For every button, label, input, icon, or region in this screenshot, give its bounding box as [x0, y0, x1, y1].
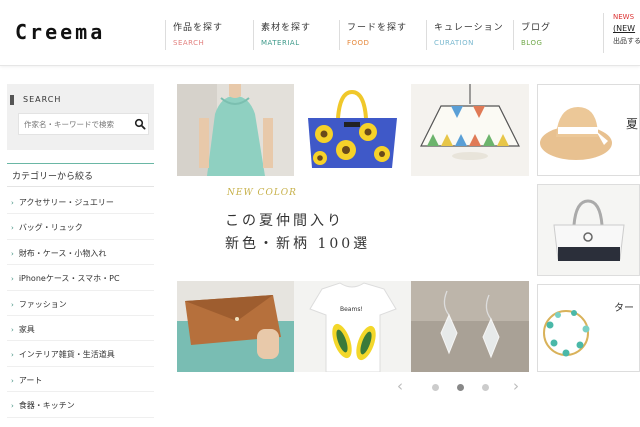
nav-food-label: フードを探す [347, 23, 408, 33]
carousel-next-button[interactable]: › [513, 377, 519, 395]
category-item[interactable]: › 食器・キッチン [7, 392, 154, 418]
category-label: アクセサリー・ジュエリー [18, 198, 114, 207]
side-card-earrings[interactable]: ター [537, 284, 640, 372]
cutoff-heading [185, 421, 295, 427]
search-title: SEARCH [10, 95, 61, 105]
category-label: 家具 [18, 324, 35, 334]
category-item[interactable]: › ファッション [7, 291, 154, 316]
nav-material-label: 素材を探す [261, 23, 312, 33]
carousel-dot[interactable] [482, 384, 489, 391]
chevron-right-icon: › [11, 325, 14, 334]
side-card-hat[interactable]: 夏 [537, 84, 640, 176]
nav-curation-label: キュレーション [434, 23, 504, 33]
category-label: アート [18, 375, 43, 385]
campaign-banner[interactable]: NEW COLOR この夏仲間入り 新色・新柄 100選 [177, 176, 529, 271]
side-card-caption: ター [614, 303, 634, 314]
campaign-headline: この夏仲間入り [225, 213, 344, 229]
creema-logo[interactable]: Creema [15, 20, 105, 44]
news-link[interactable]: (NEW [613, 24, 640, 33]
carousel-dot-active[interactable] [457, 384, 464, 391]
nav-search[interactable]: 作品を探す SEARCH [165, 20, 223, 50]
category-item[interactable]: › アクセサリー・ジュエリー [7, 189, 154, 215]
svg-text:Beams!: Beams! [340, 306, 363, 313]
category-label: バッグ・リュック [18, 223, 83, 233]
category-list: › アクセサリー・ジュエリー › バッグ・リュック › 財布・ケース・小物入れ › iP… [7, 189, 154, 418]
category-item[interactable]: › 財布・ケース・小物入れ [7, 240, 154, 266]
category-label: インテリア雑貨・生活道具 [18, 350, 115, 360]
chevron-right-icon: › [11, 351, 14, 360]
tile-crystal-earrings[interactable] [411, 281, 529, 372]
nav-blog-sublabel: BLOG [521, 39, 543, 47]
campaign-subheadline: 新色・新柄 100選 [225, 236, 371, 252]
side-card-caption: 夏 [626, 117, 639, 131]
campaign-tag: NEW COLOR [227, 188, 297, 198]
nav-material-sublabel: MATERIAL [261, 39, 300, 47]
carousel-controls: ‹ › [395, 377, 525, 396]
hero-banner[interactable]: NEW COLOR この夏仲間入り 新色・新柄 100選 Beams! [177, 84, 529, 372]
category-label: iPhoneケース・スマホ・PC [18, 274, 120, 284]
category-label: ファッション [18, 299, 67, 309]
nav-food-sublabel: FOOD [347, 39, 370, 47]
category-label: 財布・ケース・小物入れ [18, 248, 107, 258]
nav-food[interactable]: フードを探す FOOD [339, 20, 407, 50]
chevron-right-icon: › [11, 300, 14, 309]
nav-blog-label: ブログ [521, 23, 552, 33]
news-box: NEWS (NEW 出品する [603, 13, 640, 53]
category-item[interactable]: › 家具 [7, 316, 154, 342]
category-title: カテゴリーから絞る [7, 163, 154, 187]
search-icon[interactable] [134, 118, 146, 130]
chevron-right-icon: › [11, 199, 14, 207]
carousel-prev-button[interactable]: ‹ [397, 377, 403, 395]
chevron-right-icon: › [11, 275, 14, 284]
nav-blog[interactable]: ブログ BLOG [513, 20, 551, 50]
search-panel: SEARCH [7, 84, 154, 150]
category-item[interactable]: › アート [7, 367, 154, 393]
nav-curation-sublabel: CURATION [434, 39, 474, 47]
tile-kids-tshirt[interactable]: Beams! [294, 281, 411, 372]
nav-search-sublabel: SEARCH [173, 39, 205, 47]
chevron-right-icon: › [11, 249, 14, 258]
nav-material[interactable]: 素材を探す MATERIAL [253, 20, 311, 50]
news-label: NEWS [613, 13, 635, 21]
nav-curation[interactable]: キュレーション CURATION [426, 20, 504, 50]
category-label: 食器・キッチン [18, 401, 75, 411]
tile-stained-lamp[interactable] [411, 84, 529, 176]
tile-sunflower-bag[interactable] [294, 84, 411, 176]
carousel-dot[interactable] [432, 384, 439, 391]
search-input[interactable] [18, 113, 149, 135]
category-item[interactable]: › バッグ・リュック [7, 214, 154, 240]
category-item[interactable]: › iPhoneケース・スマホ・PC [7, 265, 154, 291]
site-header: Creema 作品を探す SEARCH 素材を探す MATERIAL フードを探… [0, 0, 640, 66]
tile-blouse[interactable] [177, 84, 294, 176]
chevron-right-icon: › [11, 376, 14, 385]
chevron-right-icon: › [11, 224, 14, 233]
category-item[interactable]: › インテリア雑貨・生活道具 [7, 341, 154, 367]
nav-search-label: 作品を探す [173, 23, 224, 33]
sell-link[interactable]: 出品する [613, 36, 640, 46]
chevron-right-icon: › [11, 402, 14, 411]
side-card-bag[interactable] [537, 184, 640, 276]
tile-leather-clutch[interactable] [177, 281, 294, 372]
